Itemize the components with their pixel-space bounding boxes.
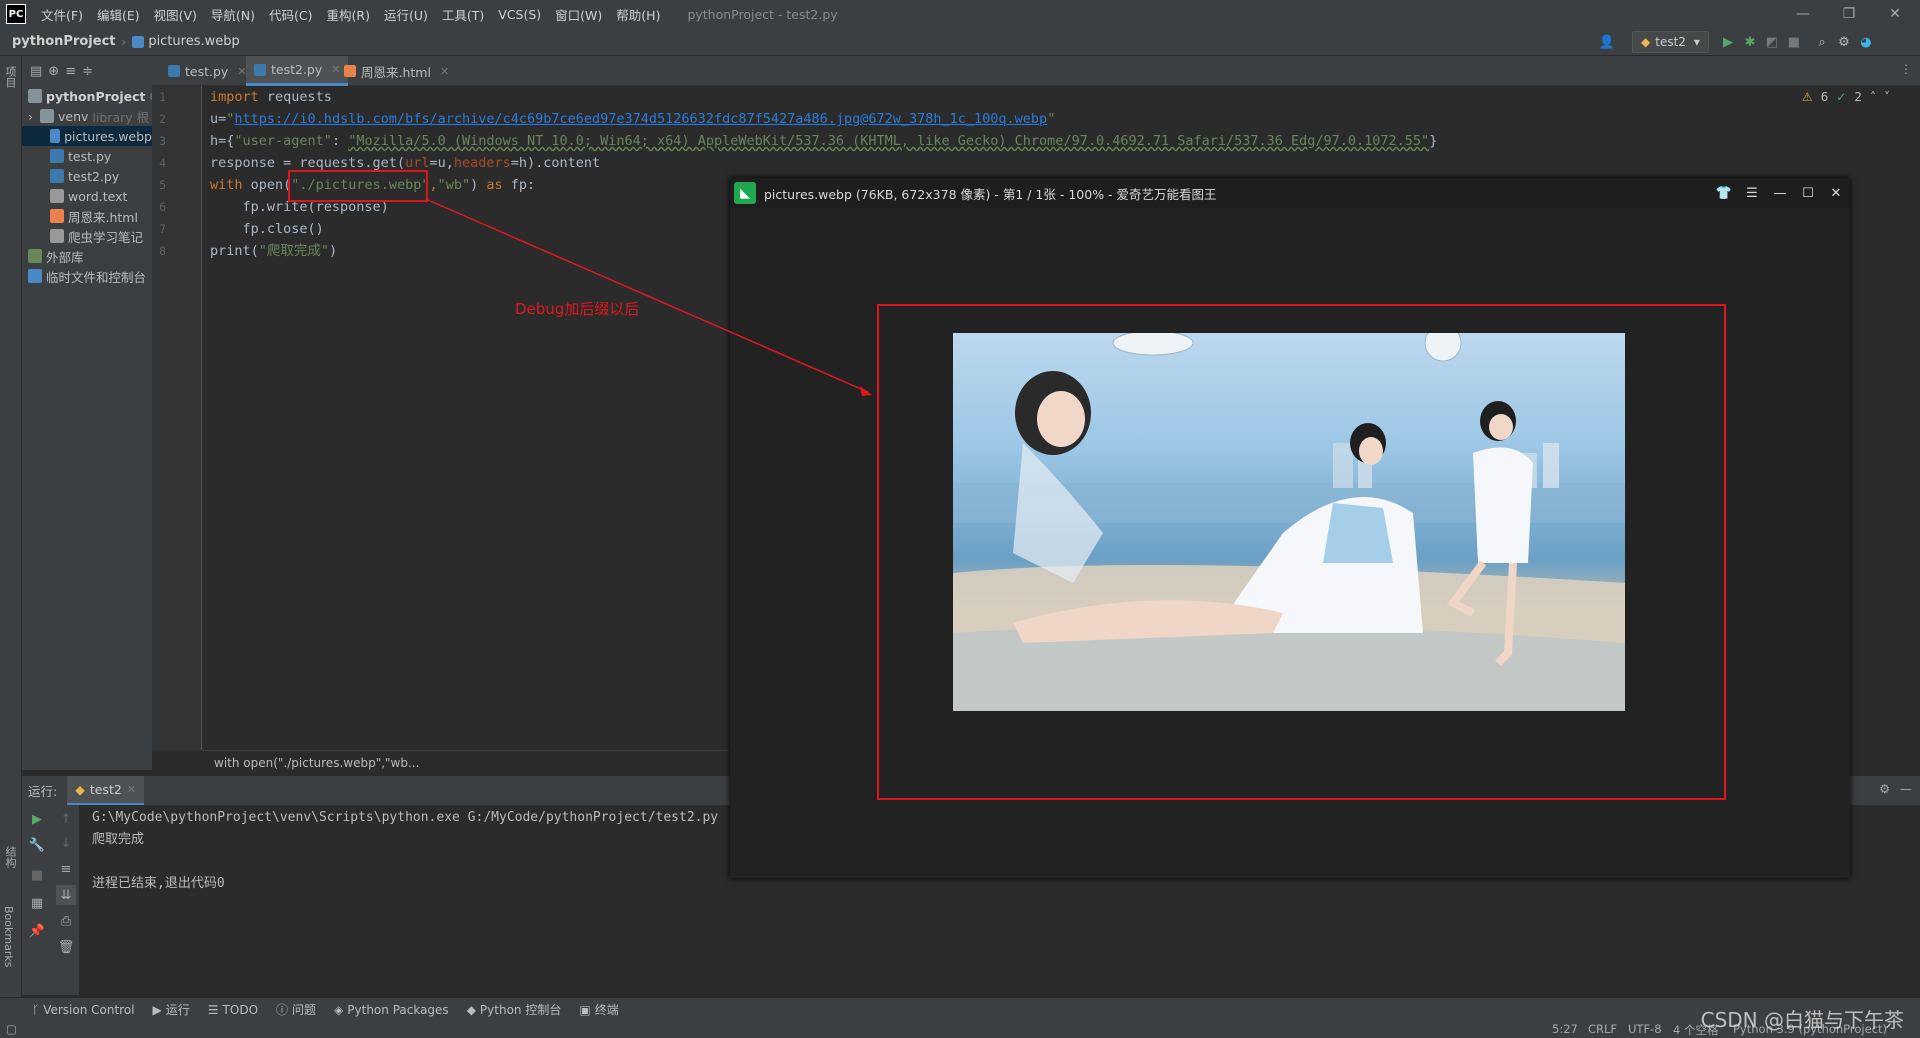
arrowhead xyxy=(860,386,872,396)
watermark: CSDN @白猫与下午茶 xyxy=(1700,1008,1904,1032)
annotation-arrow xyxy=(427,199,872,396)
